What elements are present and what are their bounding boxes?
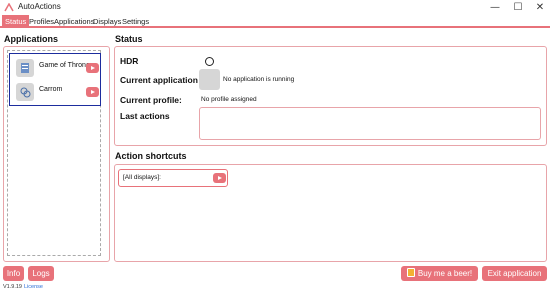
tab-profiles[interactable]: Profiles	[29, 15, 54, 28]
minimize-button[interactable]: —	[484, 0, 506, 15]
tab-status[interactable]: Status	[2, 15, 30, 28]
current-application-label: Current application	[120, 75, 198, 85]
tab-applications[interactable]: Applications	[54, 15, 94, 28]
current-profile-label: Current profile:	[120, 95, 182, 105]
play-icon[interactable]	[213, 173, 226, 183]
app-name: Carrom	[39, 86, 63, 93]
buy-beer-button[interactable]: Buy me a beer!	[401, 266, 478, 281]
status-heading: Status	[115, 34, 143, 44]
tab-displays[interactable]: Displays	[93, 15, 121, 28]
title-bar: AutoActions — ☐ ✕	[0, 0, 550, 15]
current-profile-value: No profile assigned	[201, 96, 257, 103]
shortcut-label: [All displays]:	[123, 174, 161, 181]
current-app-icon	[199, 69, 220, 90]
logs-button[interactable]: Logs	[28, 266, 54, 281]
license-link[interactable]: License	[24, 284, 43, 290]
play-icon[interactable]	[86, 63, 99, 73]
applications-panel: Game of Thrones Carrom	[3, 46, 110, 262]
app-icon	[16, 59, 34, 77]
current-application-value: No application is running	[223, 76, 295, 83]
info-button[interactable]: Info	[3, 266, 24, 281]
applications-selection: Game of Thrones Carrom	[9, 53, 101, 106]
action-shortcuts-heading: Action shortcuts	[115, 151, 187, 161]
last-actions-label: Last actions	[120, 111, 170, 121]
beer-icon	[406, 268, 415, 277]
version-label: V1.9.19	[3, 284, 22, 290]
buy-beer-label: Buy me a beer!	[417, 269, 473, 278]
list-item[interactable]: Game of Thrones	[14, 58, 99, 78]
last-actions-box[interactable]	[199, 107, 541, 140]
hdr-radio[interactable]	[205, 57, 214, 66]
applications-list[interactable]: Game of Thrones Carrom	[7, 50, 101, 256]
tab-settings[interactable]: Settings	[122, 15, 149, 28]
app-icon	[16, 83, 34, 101]
applications-heading: Applications	[4, 34, 59, 44]
menu-bar: Status Profiles Applications Displays Se…	[0, 15, 550, 28]
list-item[interactable]: Carrom	[14, 82, 99, 102]
hdr-label: HDR	[120, 56, 139, 66]
maximize-button[interactable]: ☐	[507, 0, 529, 15]
window-title: AutoActions	[18, 2, 61, 11]
exit-application-button[interactable]: Exit application	[482, 266, 547, 281]
close-button[interactable]: ✕	[529, 0, 550, 15]
autoactions-logo-icon	[4, 3, 14, 12]
play-icon[interactable]	[86, 87, 99, 97]
shortcut-item[interactable]: [All displays]:	[118, 169, 228, 187]
